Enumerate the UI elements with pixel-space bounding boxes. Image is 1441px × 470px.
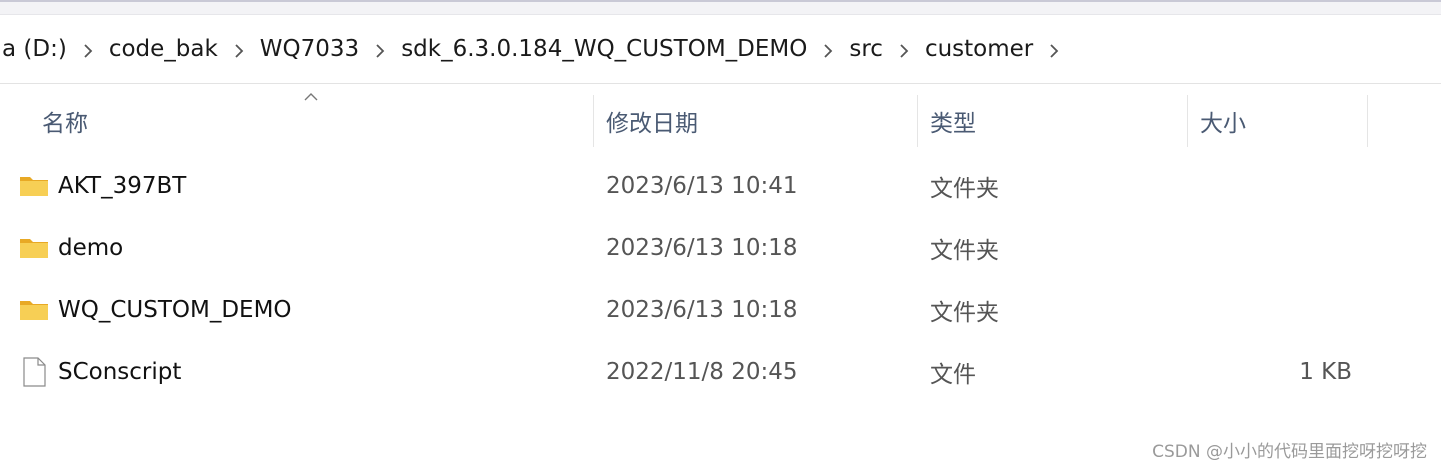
address-bar-divider xyxy=(0,83,1441,84)
file-type: 文件夹 xyxy=(930,300,999,326)
breadcrumb-item-wq7033[interactable]: WQ7033 xyxy=(258,36,361,62)
file-date: 2023/6/13 10:41 xyxy=(606,173,798,199)
file-size: 1 KB xyxy=(1299,359,1352,385)
file-name: SConscript xyxy=(58,359,182,385)
file-type: 文件 xyxy=(930,362,976,388)
column-divider[interactable] xyxy=(593,95,594,147)
folder-icon xyxy=(20,301,48,320)
file-type: 文件夹 xyxy=(930,238,999,264)
breadcrumb-item-src[interactable]: src xyxy=(847,36,885,62)
folder-icon xyxy=(20,239,48,258)
toolbar-strip xyxy=(0,2,1441,15)
breadcrumb-item-customer[interactable]: customer xyxy=(923,36,1035,62)
file-date: 2023/6/13 10:18 xyxy=(606,297,798,323)
file-date: 2023/6/13 10:18 xyxy=(606,235,798,261)
watermark: CSDN @小小的代码里面挖呀挖呀挖 xyxy=(1152,442,1427,462)
file-explorer-window: a (D:) code_bak WQ7033 sdk_6.3.0.184_WQ_… xyxy=(0,0,1441,470)
file-type: 文件夹 xyxy=(930,176,999,202)
file-row[interactable]: demo 2023/6/13 10:18 文件夹 xyxy=(0,219,1441,277)
column-header-row: 名称 修改日期 类型 大小 xyxy=(0,95,1441,147)
column-divider[interactable] xyxy=(1187,95,1188,147)
file-row[interactable]: SConscript 2022/11/8 20:45 文件 1 KB xyxy=(0,343,1441,401)
chevron-right-icon[interactable] xyxy=(885,37,923,61)
breadcrumb-item-drive[interactable]: a (D:) xyxy=(0,36,69,62)
chevron-right-icon[interactable] xyxy=(220,37,258,61)
chevron-right-icon[interactable] xyxy=(1035,37,1073,61)
column-divider[interactable] xyxy=(1367,95,1368,147)
file-name: AKT_397BT xyxy=(58,173,187,199)
column-header-type[interactable]: 类型 xyxy=(930,95,976,147)
column-divider[interactable] xyxy=(917,95,918,147)
chevron-right-icon[interactable] xyxy=(809,37,847,61)
folder-icon xyxy=(20,177,48,196)
breadcrumb-item-code-bak[interactable]: code_bak xyxy=(107,36,220,62)
file-icon xyxy=(23,357,46,387)
column-header-size[interactable]: 大小 xyxy=(1200,95,1246,147)
breadcrumb-item-sdk[interactable]: sdk_6.3.0.184_WQ_CUSTOM_DEMO xyxy=(399,36,809,62)
column-header-name[interactable]: 名称 xyxy=(42,95,88,147)
chevron-right-icon[interactable] xyxy=(361,37,399,61)
column-header-date[interactable]: 修改日期 xyxy=(606,95,698,147)
breadcrumb: a (D:) code_bak WQ7033 sdk_6.3.0.184_WQ_… xyxy=(0,26,1073,72)
file-row[interactable]: WQ_CUSTOM_DEMO 2023/6/13 10:18 文件夹 xyxy=(0,281,1441,339)
file-name: WQ_CUSTOM_DEMO xyxy=(58,297,292,323)
chevron-right-icon[interactable] xyxy=(69,37,107,61)
file-row[interactable]: AKT_397BT 2023/6/13 10:41 文件夹 xyxy=(0,157,1441,215)
file-name: demo xyxy=(58,235,124,261)
file-date: 2022/11/8 20:45 xyxy=(606,359,798,385)
